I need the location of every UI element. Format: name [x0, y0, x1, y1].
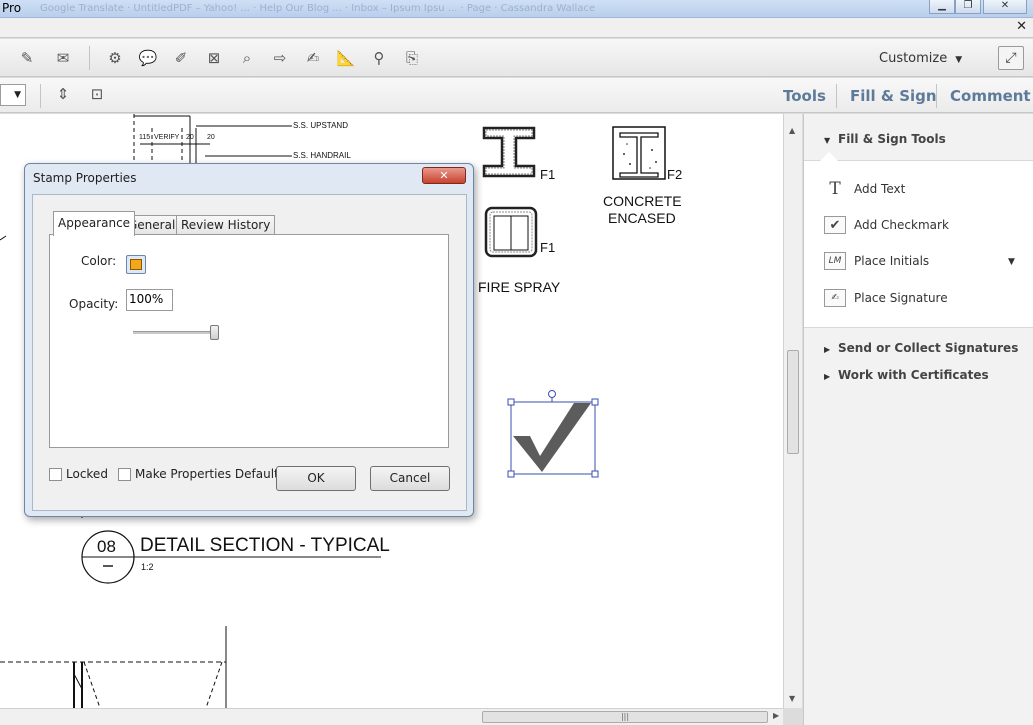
text-T-icon: T — [829, 179, 841, 199]
opacity-slider-handle[interactable] — [210, 325, 219, 340]
add-text-item[interactable]: T Add Text — [824, 178, 905, 200]
tab-comment[interactable]: Comment — [950, 87, 1031, 105]
appearance-panel: Color: Opacity: 100% — [49, 234, 449, 448]
color-swatch — [130, 259, 142, 270]
zoom-dropdown[interactable]: ▼ — [0, 84, 26, 106]
sign-document-icon[interactable]: ✍ — [302, 48, 324, 68]
horizontal-scrollbar[interactable]: ||| ▶ — [0, 708, 783, 725]
search-document-icon[interactable]: ⌕ — [236, 48, 258, 68]
place-initials-item[interactable]: LM Place Initials — [824, 250, 929, 272]
fit-width-icon[interactable]: ⇕ — [52, 84, 74, 104]
vertical-scrollbar[interactable]: ▲ ▼ — [783, 114, 802, 708]
expanded-triangle-icon: ▼ — [824, 136, 831, 145]
tab-review-history[interactable]: Review History — [176, 215, 276, 235]
stamp-properties-dialog: Stamp Properties ✕ Appearance General Re… — [24, 163, 474, 517]
main-toolbar: ✎ ✉ ⚙ 💬 ✐ ⊠ ⌕ ⇨ ✍ 📐 ⚲ ⎘ Customize ▼ ⤢ — [0, 39, 1033, 77]
toolbar-separator — [40, 84, 41, 108]
fill-sign-panel: ▼ Fill & Sign Tools T Add Text ✔ Add Chec… — [803, 114, 1033, 725]
tab-appearance[interactable]: Appearance — [53, 211, 136, 236]
settings-gear-icon[interactable]: ⚙ — [104, 48, 126, 68]
label-f1: F1 — [540, 240, 556, 255]
background-taskbar-tabs: Google Translate · UntitledPDF – Yahoo! … — [40, 3, 596, 14]
section-number: 08 — [97, 537, 116, 556]
collapsed-triangle-icon: ▶ — [824, 372, 831, 381]
send-collect-signatures-header[interactable]: ▶ Send or Collect Signatures — [824, 341, 1018, 355]
label-f2: F2 — [667, 167, 683, 182]
opacity-label: Opacity: — [69, 297, 119, 311]
section-scale: 1:2 — [141, 562, 154, 572]
delete-page-icon[interactable]: ⊠ — [203, 48, 225, 68]
dimension-verify: VERIFY — [154, 134, 180, 141]
chevron-down-icon[interactable]: ▼ — [1008, 257, 1015, 267]
ruler-icon[interactable]: 📐 — [335, 48, 357, 68]
label-concrete: CONCRETE — [603, 193, 682, 209]
window-title-bar: Pro Google Translate · UntitledPDF – Yah… — [0, 0, 1033, 18]
signature-icon: ✍ — [824, 289, 846, 307]
scroll-up-icon[interactable]: ▲ — [789, 126, 795, 135]
label-fire-spray: FIRE SPRAY — [478, 279, 561, 295]
collapsed-triangle-icon: ▶ — [824, 345, 831, 354]
cancel-button[interactable]: Cancel — [370, 466, 450, 491]
close-window-button[interactable]: ✕ — [983, 0, 1027, 14]
highlight-icon[interactable]: ✐ — [170, 48, 192, 68]
pane-tab-divider — [836, 84, 837, 108]
label-ss-handrail: S.S. HANDRAIL — [293, 151, 351, 160]
minimize-button[interactable]: ▁ — [929, 0, 955, 14]
opacity-slider-track[interactable] — [133, 331, 217, 334]
toolbar-separator — [89, 46, 90, 70]
dimension-115: 115 — [139, 134, 151, 141]
color-picker[interactable] — [126, 255, 146, 274]
export-icon[interactable]: ⇨ — [269, 48, 291, 68]
expand-view-icon[interactable]: ⤢ — [998, 46, 1024, 70]
fill-sign-tools-header[interactable]: ▼ Fill & Sign Tools — [824, 132, 946, 146]
chevron-down-icon: ▼ — [955, 55, 963, 65]
email-icon[interactable]: ✉ — [52, 48, 74, 68]
tab-fill-sign[interactable]: Fill & Sign — [850, 87, 937, 105]
horizontal-scroll-thumb[interactable]: ||| — [482, 711, 768, 723]
label-f1: F1 — [540, 167, 556, 182]
locked-checkbox[interactable]: Locked — [49, 467, 108, 481]
checkbox-box — [49, 467, 62, 481]
vertical-scroll-thumb[interactable] — [787, 350, 799, 454]
dialog-title: Stamp Properties — [33, 171, 137, 185]
document-close-strip: ✕ — [0, 18, 1033, 38]
edit-document-icon[interactable]: ✎ — [16, 48, 38, 68]
pane-tab-divider — [936, 84, 937, 108]
ok-button[interactable]: OK — [276, 466, 356, 491]
secondary-toolbar: ▼ ⇕ ⊡ Tools Fill & Sign Comment — [0, 78, 1033, 113]
color-label: Color: — [81, 254, 117, 268]
dialog-close-button[interactable]: ✕ — [422, 167, 466, 184]
dialog-body: Appearance General Review History Color:… — [32, 194, 467, 511]
work-with-certificates-header[interactable]: ▶ Work with Certificates — [824, 368, 989, 382]
tab-tools[interactable]: Tools — [783, 87, 826, 105]
app-title: Pro — [2, 1, 22, 15]
dimension-20: 20 — [207, 134, 215, 141]
customize-label: Customize — [879, 51, 948, 66]
checkmark-icon: ✔ — [824, 216, 846, 234]
fit-page-icon[interactable]: ⊡ — [86, 84, 108, 104]
opacity-field[interactable]: 100% — [126, 289, 173, 311]
customize-menu[interactable]: Customize ▼ — [879, 51, 962, 66]
scroll-down-icon[interactable]: ▼ — [789, 694, 795, 703]
attach-icon[interactable]: ⎘ — [401, 48, 423, 68]
comment-bubble-icon[interactable]: 💬 — [137, 48, 159, 68]
stamp-tool-icon[interactable]: ⚲ — [368, 48, 390, 68]
place-signature-item[interactable]: ✍ Place Signature — [824, 287, 948, 309]
scroll-right-icon[interactable]: ▶ — [773, 711, 779, 720]
initials-icon: LM — [824, 252, 846, 270]
dimension-20: 20 — [186, 134, 194, 141]
restore-button[interactable]: ❐ — [955, 0, 981, 14]
panel-notch — [820, 152, 838, 161]
add-checkmark-item[interactable]: ✔ Add Checkmark — [824, 214, 949, 236]
section-title: DETAIL SECTION - TYPICAL — [140, 535, 390, 556]
label-encased: ENCASED — [608, 210, 676, 226]
label-ss-upstand: S.S. UPSTAND — [293, 121, 348, 130]
checkbox-box — [118, 467, 131, 481]
make-default-checkbox[interactable]: Make Properties Default — [118, 467, 279, 481]
close-document-icon[interactable]: ✕ — [1016, 19, 1027, 34]
